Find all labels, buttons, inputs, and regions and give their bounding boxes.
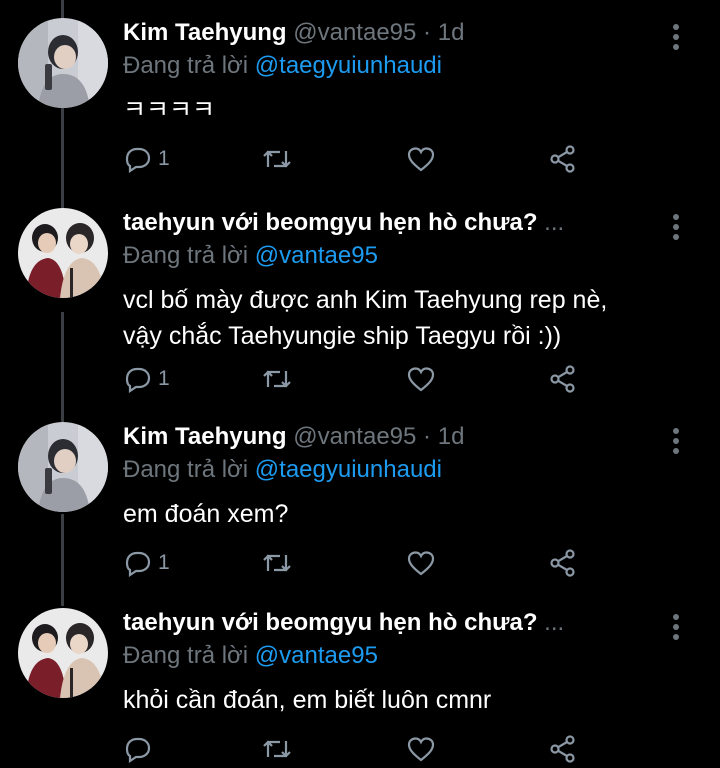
display-name[interactable]: taehyun với beomgyu hẹn hò chưa? [123, 209, 538, 236]
user-handle[interactable]: @vantae95 [293, 423, 416, 450]
like-button[interactable] [406, 142, 436, 176]
share-button[interactable] [548, 732, 578, 766]
profile-photo-icon [18, 422, 108, 512]
tweet-text-line: khỏi cần đoán, em biết luôn cmnr [123, 686, 492, 714]
timestamp[interactable]: 1d [438, 423, 465, 450]
profile-photo-icon [18, 208, 108, 298]
reply-icon [125, 551, 151, 577]
share-button[interactable] [548, 142, 578, 176]
tweet[interactable]: taehyun với beomgyu hẹn hò chưa? ... Đan… [0, 190, 720, 420]
more-vertical-icon[interactable] [670, 214, 682, 244]
retweet-icon [263, 554, 291, 572]
truncation-ellipsis: ... [544, 609, 565, 636]
profile-photo-icon [18, 608, 108, 698]
tweet[interactable]: taehyun với beomgyu hẹn hò chưa? ... Đan… [0, 590, 720, 768]
tweet-text: em đoán xem? [123, 496, 680, 532]
heart-icon [407, 367, 435, 392]
reply-icon [125, 367, 151, 393]
more-vertical-icon[interactable] [670, 428, 682, 458]
retweet-button[interactable] [260, 142, 294, 176]
reply-icon [125, 737, 151, 763]
tweet-text-line: ㅋㅋㅋㅋ [123, 96, 216, 124]
reply-button[interactable]: 1 [122, 546, 170, 580]
reply-count: 1 [158, 147, 170, 170]
retweet-button[interactable] [260, 362, 294, 396]
reply-button[interactable] [122, 732, 158, 766]
tweet-header: taehyun với beomgyu hẹn hò chưa? ... [123, 206, 680, 240]
timestamp[interactable]: 1d [438, 19, 465, 46]
action-bar: 1 [122, 362, 600, 396]
tweet-header: Kim Taehyung @vantae95 · 1d [123, 420, 680, 454]
reply-to-handle[interactable]: @vantae95 [255, 642, 378, 669]
display-name[interactable]: taehyun với beomgyu hẹn hò chưa? [123, 609, 538, 636]
heart-icon [407, 551, 435, 576]
display-name[interactable]: Kim Taehyung [123, 19, 287, 46]
avatar[interactable] [18, 208, 108, 298]
share-icon [550, 365, 575, 393]
reply-to-handle[interactable]: @vantae95 [255, 242, 378, 269]
retweet-icon [263, 740, 291, 758]
share-icon [550, 145, 575, 173]
tweet-text-line: em đoán xem? [123, 500, 289, 528]
separator-dot: · [423, 19, 432, 46]
avatar[interactable] [18, 608, 108, 698]
tweet[interactable]: Kim Taehyung @vantae95 · 1d Đang trả lời… [0, 404, 720, 604]
more-vertical-icon[interactable] [670, 24, 682, 54]
heart-icon [407, 147, 435, 172]
share-icon [550, 549, 575, 577]
reply-context: Đang trả lời @vantae95 [123, 240, 680, 272]
reply-context: Đang trả lời @taegyuiunhaudi [123, 50, 680, 82]
reply-context: Đang trả lời @taegyuiunhaudi [123, 454, 680, 486]
reply-count: 1 [158, 551, 170, 574]
reply-button[interactable]: 1 [122, 142, 170, 176]
tweet-text: vcl bố mày được anh Kim Taehyung rep nè,… [123, 282, 680, 354]
retweet-icon [263, 370, 291, 388]
like-button[interactable] [406, 362, 436, 396]
tweet[interactable]: Kim Taehyung @vantae95 · 1d Đang trả lời… [0, 0, 720, 195]
action-bar [122, 732, 600, 766]
action-bar: 1 [122, 546, 600, 580]
reply-prefix: Đang trả lời [123, 642, 249, 669]
profile-photo-icon [18, 18, 108, 108]
reply-prefix: Đang trả lời [123, 456, 249, 483]
share-button[interactable] [548, 546, 578, 580]
retweet-button[interactable] [260, 546, 294, 580]
share-button[interactable] [548, 362, 578, 396]
retweet-icon [263, 150, 291, 168]
tweet-header: Kim Taehyung @vantae95 · 1d [123, 16, 680, 50]
truncation-ellipsis: ... [544, 209, 565, 236]
reply-count: 1 [158, 367, 170, 390]
separator-dot: · [423, 423, 432, 450]
reply-prefix: Đang trả lời [123, 52, 249, 79]
reply-button[interactable]: 1 [122, 362, 170, 396]
tweet-text-line: vậy chắc Taehyungie ship Taegyu rồi :)) [123, 322, 562, 350]
like-button[interactable] [406, 732, 436, 766]
action-bar: 1 [122, 142, 600, 176]
tweet-text: khỏi cần đoán, em biết luôn cmnr [123, 682, 680, 718]
reply-icon [125, 147, 151, 173]
tweet-header: taehyun với beomgyu hẹn hò chưa? ... [123, 606, 680, 640]
heart-icon [407, 737, 435, 762]
avatar[interactable] [18, 18, 108, 108]
tweet-text: ㅋㅋㅋㅋ [123, 92, 680, 128]
tweet-text-line: vcl bố mày được anh Kim Taehyung rep nè, [123, 286, 608, 314]
reply-prefix: Đang trả lời [123, 242, 249, 269]
reply-context: Đang trả lời @vantae95 [123, 640, 680, 672]
like-button[interactable] [406, 546, 436, 580]
reply-to-handle[interactable]: @taegyuiunhaudi [255, 52, 442, 79]
user-handle[interactable]: @vantae95 [293, 19, 416, 46]
display-name[interactable]: Kim Taehyung [123, 423, 287, 450]
share-icon [550, 735, 575, 763]
reply-to-handle[interactable]: @taegyuiunhaudi [255, 456, 442, 483]
more-vertical-icon[interactable] [670, 614, 682, 644]
retweet-button[interactable] [260, 732, 294, 766]
avatar[interactable] [18, 422, 108, 512]
